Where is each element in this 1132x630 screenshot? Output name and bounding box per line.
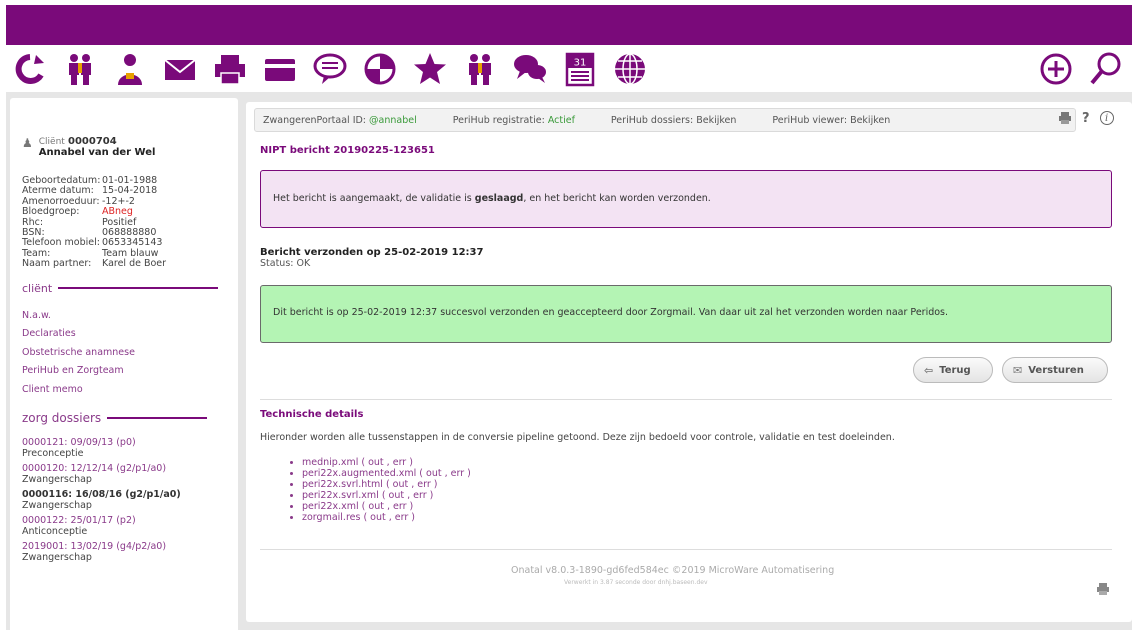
- dossier-type: Zwangerschap: [22, 552, 92, 564]
- link-naw[interactable]: N.a.w.: [22, 307, 238, 326]
- chat-icon[interactable]: [512, 51, 548, 87]
- sent-status: Status: OK: [260, 258, 311, 269]
- main-toolbar: 31: [6, 47, 1132, 89]
- card-icon[interactable]: [262, 51, 298, 87]
- link-obstetrische-anamnese[interactable]: Obstetrische anamnese: [22, 344, 238, 363]
- link-perihub-zorgteam[interactable]: PeriHub en Zorgteam: [22, 362, 238, 381]
- send-label: Versturen: [1028, 364, 1084, 376]
- message-title: NIPT bericht 20190225-123651: [260, 145, 435, 156]
- send-button[interactable]: ✉ Versturen: [1002, 357, 1108, 383]
- file-link[interactable]: peri22x.augmented.xml ( out , err ): [302, 468, 471, 479]
- client-label: Cliënt: [38, 137, 65, 147]
- perihub-viewer-link[interactable]: PeriHub viewer: Bekijken: [772, 115, 890, 126]
- pipeline-file-list: mednip.xml ( out , err ) peri22x.augment…: [290, 457, 471, 523]
- couple-icon[interactable]: [62, 51, 98, 87]
- star-icon[interactable]: [412, 51, 448, 87]
- technical-description: Hieronder worden alle tussenstappen in d…: [260, 432, 895, 443]
- portal-status-strip: ZwangerenPortaal ID: @annabel PeriHub re…: [254, 108, 1076, 132]
- printer-icon[interactable]: [1096, 582, 1110, 596]
- zorg-section-header: zorg dossiers: [22, 411, 238, 425]
- technical-title: Technische details: [260, 409, 364, 420]
- search-icon[interactable]: [1088, 51, 1124, 87]
- info-icon[interactable]: i: [1099, 111, 1114, 125]
- dossier-type: Anticonceptie: [22, 526, 88, 538]
- mail-icon[interactable]: [162, 51, 198, 87]
- person-icon: ♟: [22, 136, 33, 150]
- dossier-item: 0000121: 09/09/13 (p0) Preconceptie: [22, 437, 238, 459]
- section-title: cliënt: [22, 281, 53, 295]
- client-info: Geboortedatum: 01-01-1988 Aterme datum: 15…: [22, 175, 238, 270]
- validation-text: Het bericht is aangemaakt, de validatie …: [273, 193, 475, 204]
- calendar-day-number: 31: [574, 58, 587, 69]
- portal-id: ZwangerenPortaal ID: @annabel: [263, 115, 417, 126]
- validation-notice: Het bericht is aangemaakt, de validatie …: [260, 170, 1112, 228]
- arrow-left-icon: ⇦: [924, 363, 934, 377]
- dossier-item: 0000116: 16/08/16 (g2/p1/a0) Zwangerschap: [22, 489, 238, 511]
- dossier-type: Zwangerschap: [22, 500, 92, 512]
- dossier-type: Preconceptie: [22, 448, 84, 460]
- link-client-memo[interactable]: Client memo: [22, 381, 238, 400]
- dossier-link[interactable]: 0000121: 09/09/13 (p0): [22, 437, 238, 448]
- client-name: Annabel van der Wel: [38, 147, 156, 158]
- globe-icon[interactable]: [612, 51, 648, 87]
- file-link[interactable]: peri22x.svrl.xml ( out , err ): [302, 490, 471, 501]
- divider: [107, 417, 208, 420]
- validation-result: geslaagd: [474, 193, 524, 204]
- section-title: zorg dossiers: [22, 411, 102, 426]
- dossier-list: 0000121: 09/09/13 (p0) Preconceptie 00001…: [22, 437, 238, 563]
- dossier-link-active[interactable]: 0000116: 16/08/16 (g2/p1/a0): [22, 489, 238, 500]
- plus-circle-icon[interactable]: [1038, 51, 1074, 87]
- dossier-item: 2019001: 13/02/19 (g4/p2/a0) Zwangerschap: [22, 541, 238, 563]
- client-sidebar: ♟ Cliënt 0000704 Annabel van der Wel Geb…: [10, 98, 238, 630]
- client-links: N.a.w. Declaraties Obstetrische anamnese…: [22, 307, 238, 400]
- dossier-link[interactable]: 2019001: 13/02/19 (g4/p2/a0): [22, 541, 238, 552]
- envelope-icon: ✉: [1013, 363, 1023, 377]
- back-button[interactable]: ⇦ Terug: [913, 357, 993, 383]
- group-icon[interactable]: [462, 51, 498, 87]
- field-label: Naam partner:: [22, 258, 92, 270]
- person-icon[interactable]: [112, 51, 148, 87]
- pie-chart-icon[interactable]: [362, 51, 398, 87]
- file-link[interactable]: peri22x.xml ( out , err ): [302, 501, 471, 512]
- file-link[interactable]: peri22x.svrl.html ( out , err ): [302, 479, 471, 490]
- calendar-icon[interactable]: 31: [562, 51, 598, 87]
- file-link[interactable]: mednip.xml ( out , err ): [302, 457, 471, 468]
- help-icon[interactable]: ?: [1082, 111, 1090, 129]
- field-value: Karel de Boer: [102, 258, 167, 270]
- client-section-header: cliënt: [22, 282, 238, 295]
- page-tools: ? i: [1058, 111, 1114, 129]
- registratie-value: Actief: [547, 114, 575, 126]
- perihub-registratie: PeriHub registratie: Actief: [453, 115, 575, 126]
- client-number: 0000704: [68, 136, 117, 147]
- divider: [260, 549, 1112, 550]
- portal-id-label: ZwangerenPortaal ID:: [263, 114, 367, 126]
- link-declaraties[interactable]: Declaraties: [22, 325, 238, 344]
- success-notice: Dit bericht is op 25-02-2019 12:37 succe…: [260, 285, 1112, 343]
- printer-icon[interactable]: [212, 51, 248, 87]
- sent-title: Bericht verzonden op 25-02-2019 12:37: [260, 247, 484, 258]
- divider: [58, 287, 219, 290]
- version-footer: Onatal v8.0.3-1890-gd6fed584ec ©2019 Mic…: [511, 565, 835, 576]
- dossier-type: Zwangerschap: [22, 474, 92, 486]
- back-label: Terug: [939, 364, 971, 376]
- validation-text-end: , en het bericht kan worden verzonden.: [523, 193, 711, 204]
- timing-footer: Verwerkt in 3.87 seconde door dnhj.basee…: [564, 579, 708, 586]
- main-content: ZwangerenPortaal ID: @annabel PeriHub re…: [246, 102, 1132, 622]
- dossier-link[interactable]: 0000120: 12/12/14 (g2/p1/a0): [22, 463, 238, 474]
- dossier-item: 0000120: 12/12/14 (g2/p1/a0) Zwangerschap: [22, 463, 238, 485]
- dossier-link[interactable]: 0000122: 25/01/17 (p2): [22, 515, 238, 526]
- divider: [260, 399, 1112, 400]
- speech-bubble-icon[interactable]: [312, 51, 348, 87]
- portal-id-value[interactable]: @annabel: [369, 115, 417, 126]
- registratie-label: PeriHub registratie:: [452, 114, 545, 126]
- refresh-icon[interactable]: [12, 51, 48, 87]
- file-link[interactable]: zorgmail.res ( out , err ): [302, 512, 471, 523]
- perihub-dossiers-link[interactable]: PeriHub dossiers: Bekijken: [611, 115, 736, 126]
- client-header: ♟ Cliënt 0000704 Annabel van der Wel: [22, 136, 238, 158]
- printer-icon[interactable]: [1058, 111, 1072, 129]
- dossier-item: 0000122: 25/01/17 (p2) Anticonceptie: [22, 515, 238, 537]
- app-shell: ♟ Cliënt 0000704 Annabel van der Wel Geb…: [6, 92, 1132, 630]
- top-banner: [6, 5, 1132, 45]
